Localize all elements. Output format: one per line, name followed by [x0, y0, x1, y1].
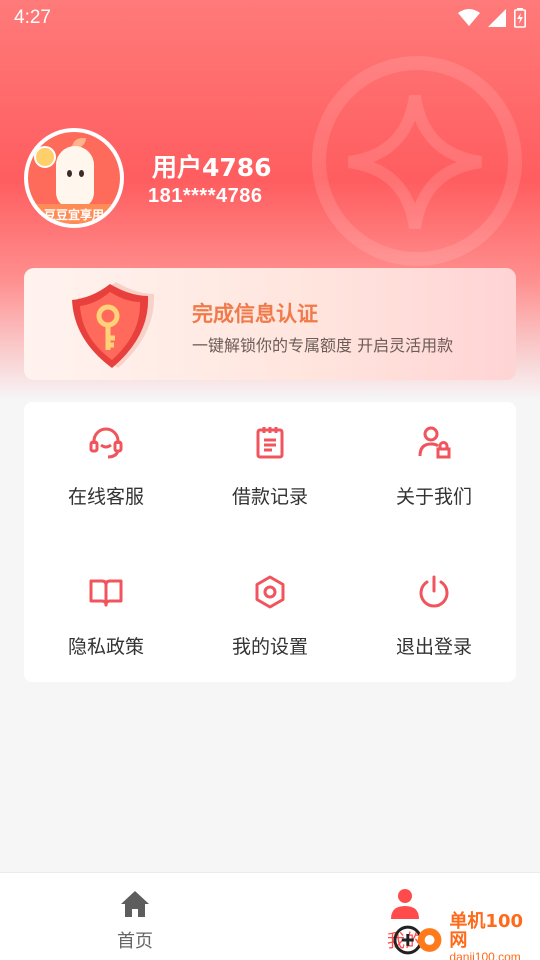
status-icons — [458, 8, 526, 28]
mascot-eye — [79, 170, 84, 177]
clipboard-icon — [256, 427, 284, 459]
settings-hexagon-icon — [255, 575, 285, 609]
menu-item-logout[interactable]: 退出登录 — [352, 552, 516, 692]
battery-icon — [514, 8, 526, 28]
menu-item-loan-records[interactable]: 借款记录 — [188, 402, 352, 542]
nav-home-label: 首页 — [117, 931, 153, 952]
signal-icon — [488, 9, 506, 27]
status-time: 4:27 — [14, 7, 51, 28]
coin-icon — [34, 146, 56, 168]
avatar[interactable]: 豆豆宜享用 — [24, 128, 124, 228]
menu-item-label: 借款记录 — [231, 486, 308, 508]
user-name: 用户4786 — [152, 153, 272, 182]
menu-item-label: 退出登录 — [395, 636, 472, 658]
power-icon — [419, 575, 449, 608]
menu-item-label: 我的设置 — [231, 636, 308, 658]
decorative-star-icon — [348, 95, 482, 229]
site-watermark: 单机100网 danji100.com — [392, 912, 540, 960]
menu-item-customer-service[interactable]: 在线客服 — [24, 402, 188, 542]
menu-item-label: 关于我们 — [395, 486, 472, 508]
avatar-ribbon: 豆豆宜享用 — [28, 204, 120, 224]
watermark-main: 单机100网 — [449, 910, 523, 951]
menu-grid: 在线客服 借款记录 关于我们 隐私政策 我的设置 退出登录 — [24, 402, 516, 682]
verify-info-card[interactable]: 完成信息认证 一键解锁你的专属额度 开启灵活用款 — [24, 268, 516, 380]
watermark-logo-icon — [393, 925, 442, 955]
headset-icon — [89, 427, 123, 459]
user-phone: 181****4786 — [148, 185, 263, 207]
user-lock-icon — [418, 426, 451, 459]
verify-subtitle: 一键解锁你的专属额度 开启灵活用款 — [192, 336, 454, 355]
nav-home[interactable]: 首页 — [0, 873, 270, 960]
menu-item-privacy-policy[interactable]: 隐私政策 — [24, 552, 188, 692]
mascot-eye — [67, 170, 72, 177]
mascot-bean — [56, 146, 94, 208]
wifi-icon — [458, 9, 480, 26]
menu-item-label: 隐私政策 — [67, 636, 144, 658]
book-icon — [89, 579, 123, 607]
menu-item-settings[interactable]: 我的设置 — [188, 552, 352, 692]
verify-title: 完成信息认证 — [192, 302, 318, 326]
user-icon — [391, 889, 419, 919]
shield-key-icon — [72, 282, 155, 368]
status-bar: 4:27 — [0, 0, 540, 36]
home-icon — [121, 891, 149, 917]
watermark-sub: danji100.com — [449, 949, 521, 960]
menu-item-about-us[interactable]: 关于我们 — [352, 402, 516, 542]
menu-item-label: 在线客服 — [67, 486, 144, 508]
